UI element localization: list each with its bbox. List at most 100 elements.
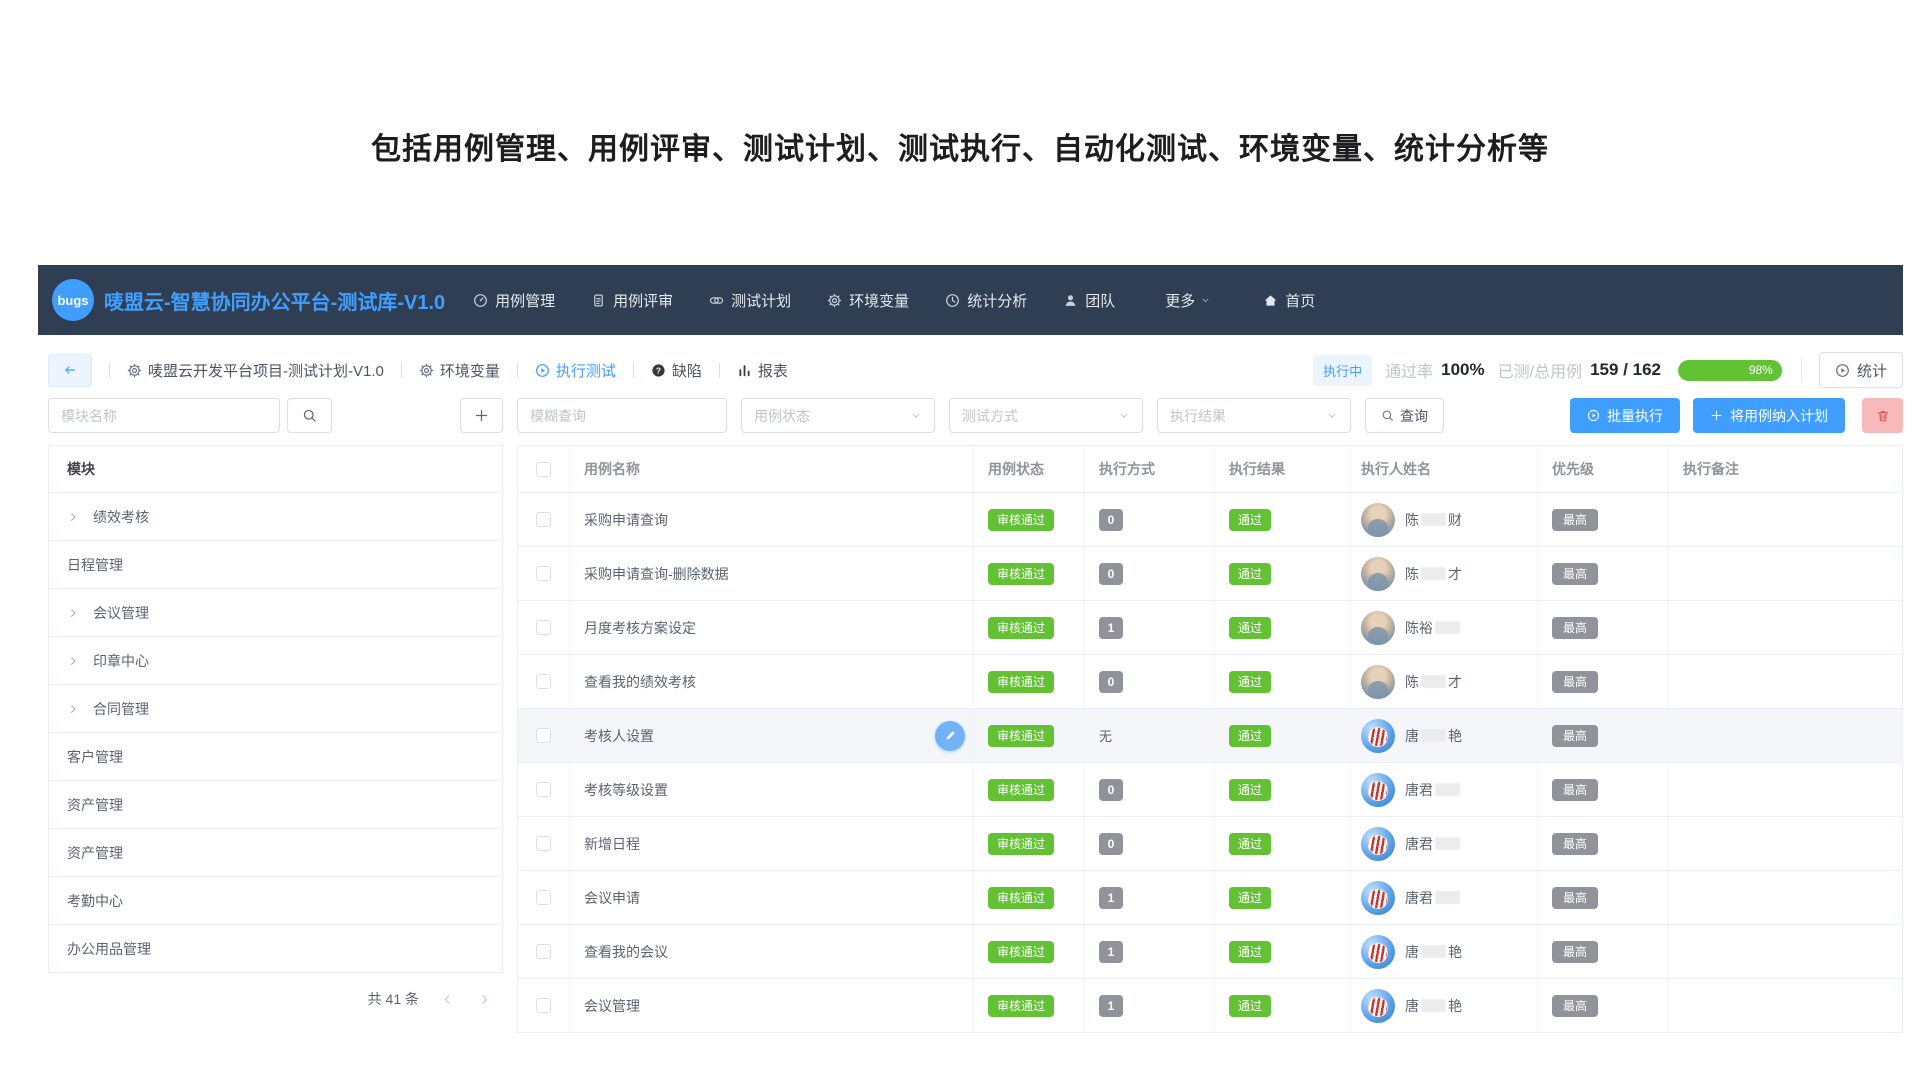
- row-checkbox-cell: [518, 925, 570, 978]
- table-row[interactable]: 月度考核方案设定审核通过1通过陈裕最高: [518, 601, 1902, 655]
- exec-result-cell: 通过: [1215, 709, 1351, 762]
- sidebar-item-合同管理[interactable]: 合同管理: [49, 685, 502, 733]
- status-badge-running: 执行中: [1313, 355, 1372, 386]
- chevron-right-icon[interactable]: [67, 703, 79, 715]
- tab-defects[interactable]: ? 缺陷: [651, 360, 702, 381]
- back-button[interactable]: [48, 354, 92, 387]
- row-checkbox[interactable]: [536, 728, 551, 743]
- executor-cell: 唐艳: [1351, 979, 1538, 1032]
- executor-name: 唐艳: [1405, 726, 1462, 746]
- row-checkbox[interactable]: [536, 674, 551, 689]
- row-checkbox-cell: [518, 871, 570, 924]
- table-row[interactable]: 查看我的会议审核通过1通过唐艳最高: [518, 925, 1902, 979]
- nav-item-统计分析[interactable]: 统计分析: [945, 290, 1027, 311]
- table-row[interactable]: 采购申请查询审核通过0通过陈财最高: [518, 493, 1902, 547]
- table-row[interactable]: 查看我的绩效考核审核通过0通过陈才最高: [518, 655, 1902, 709]
- add-cases-to-plan-label: 将用例纳入计划: [1730, 406, 1828, 426]
- row-checkbox[interactable]: [536, 620, 551, 635]
- sidebar-item-绩效考核[interactable]: 绩效考核: [49, 493, 502, 541]
- tab-env-vars[interactable]: 环境变量: [419, 360, 500, 381]
- table-row[interactable]: 会议管理审核通过1通过唐艳最高: [518, 979, 1902, 1033]
- chevron-right-icon[interactable]: [67, 607, 79, 619]
- test-method-select[interactable]: 测试方式: [949, 398, 1143, 433]
- row-checkbox[interactable]: [536, 890, 551, 905]
- row-checkbox-cell: [518, 547, 570, 600]
- app-window: bugs 唛盟云-智慧协同办公平台-测试库-V1.0 用例管理用例评审测试计划环…: [38, 265, 1903, 1033]
- exec-result-badge: 通过: [1229, 941, 1271, 963]
- sidebar-item-label: 会议管理: [93, 603, 149, 623]
- nav-item-用例评审[interactable]: 用例评审: [591, 290, 673, 311]
- row-checkbox[interactable]: [536, 512, 551, 527]
- row-checkbox[interactable]: [536, 782, 551, 797]
- next-page-button[interactable]: [476, 991, 493, 1008]
- chevron-right-icon[interactable]: [67, 655, 79, 667]
- pass-rate-value: 100%: [1441, 360, 1484, 380]
- fuzzy-search-input[interactable]: [517, 398, 727, 433]
- priority-badge: 最高: [1552, 509, 1598, 531]
- table-row[interactable]: 采购申请查询-删除数据审核通过0通过陈才最高: [518, 547, 1902, 601]
- gauge-icon: [473, 293, 488, 308]
- sidebar-item-客户管理[interactable]: 客户管理: [49, 733, 502, 781]
- sidebar-item-考勤中心[interactable]: 考勤中心: [49, 877, 502, 925]
- stats-button[interactable]: 统计: [1819, 352, 1903, 388]
- exec-note-cell: [1669, 817, 1902, 870]
- sidebar-item-label: 绩效考核: [93, 507, 149, 527]
- sidebar-item-日程管理[interactable]: 日程管理: [49, 541, 502, 589]
- nav-item-more[interactable]: 更多: [1165, 290, 1211, 311]
- sidebar-item-印章中心[interactable]: 印章中心: [49, 637, 502, 685]
- row-checkbox[interactable]: [536, 944, 551, 959]
- column-header: 用例状态: [974, 446, 1085, 492]
- table-row[interactable]: 考核人设置审核通过无通过唐艳最高: [518, 709, 1902, 763]
- project-plan-item[interactable]: 唛盟云开发平台项目-测试计划-V1.0: [127, 360, 384, 381]
- case-status-badge: 审核通过: [988, 509, 1054, 531]
- prev-page-button[interactable]: [439, 991, 456, 1008]
- row-checkbox[interactable]: [536, 836, 551, 851]
- test-method-select-label: 测试方式: [962, 406, 1018, 426]
- sidebar-item-资产管理[interactable]: 资产管理: [49, 829, 502, 877]
- case-name: 采购申请查询: [584, 510, 668, 530]
- row-checkbox[interactable]: [536, 998, 551, 1013]
- exec-method-badge: 1: [1099, 995, 1123, 1017]
- exec-result-select[interactable]: 执行结果: [1157, 398, 1351, 433]
- chevron-right-icon: [478, 993, 491, 1006]
- sidebar-item-会议管理[interactable]: 会议管理: [49, 589, 502, 637]
- executor-cell: 陈财: [1351, 493, 1538, 546]
- module-search-button[interactable]: [287, 398, 332, 433]
- nav-item-home[interactable]: 首页: [1263, 290, 1315, 311]
- user-photo-avatar: [1361, 665, 1395, 699]
- nav-item-测试计划[interactable]: 测试计划: [709, 290, 791, 311]
- case-status-select[interactable]: 用例状态: [741, 398, 935, 433]
- priority-cell: 最高: [1538, 547, 1669, 600]
- select-all-checkbox[interactable]: [536, 462, 551, 477]
- add-module-button[interactable]: [460, 398, 503, 433]
- case-name-cell: 新增日程: [570, 817, 974, 870]
- add-cases-to-plan-button[interactable]: 将用例纳入计划: [1693, 398, 1845, 433]
- table-header-row: 用例名称用例状态执行方式执行结果执行人姓名优先级执行备注: [518, 446, 1902, 493]
- nav-item-label: 团队: [1085, 290, 1115, 311]
- exec-note-cell: [1669, 709, 1902, 762]
- navbar: bugs 唛盟云-智慧协同办公平台-测试库-V1.0 用例管理用例评审测试计划环…: [38, 265, 1903, 335]
- executor-cell: 唐君: [1351, 871, 1538, 924]
- delete-button[interactable]: [1862, 398, 1903, 433]
- tab-reports[interactable]: 报表: [737, 360, 788, 381]
- chevron-right-icon[interactable]: [67, 511, 79, 523]
- edit-case-button[interactable]: [935, 721, 965, 751]
- priority-badge: 最高: [1552, 833, 1598, 855]
- table-row[interactable]: 会议申请审核通过1通过唐君最高: [518, 871, 1902, 925]
- nav-item-团队[interactable]: 团队: [1063, 290, 1115, 311]
- row-checkbox[interactable]: [536, 566, 551, 581]
- exec-method-badge: 0: [1099, 509, 1123, 531]
- nav-item-用例管理[interactable]: 用例管理: [473, 290, 555, 311]
- tab-execute-test[interactable]: 执行测试: [535, 360, 616, 381]
- query-button[interactable]: 查询: [1365, 398, 1444, 433]
- sidebar-item-资产管理[interactable]: 资产管理: [49, 781, 502, 829]
- trash-icon: [1876, 409, 1890, 423]
- case-status-select-label: 用例状态: [754, 406, 810, 426]
- sidebar-item-办公用品管理[interactable]: 办公用品管理: [49, 925, 502, 973]
- table-row[interactable]: 考核等级设置审核通过0通过唐君最高: [518, 763, 1902, 817]
- batch-execute-button[interactable]: 批量执行: [1570, 398, 1680, 433]
- table-row[interactable]: 新增日程审核通过0通过唐君最高: [518, 817, 1902, 871]
- column-header-label: 优先级: [1552, 459, 1594, 479]
- module-name-input[interactable]: [48, 398, 280, 433]
- nav-item-环境变量[interactable]: 环境变量: [827, 290, 909, 311]
